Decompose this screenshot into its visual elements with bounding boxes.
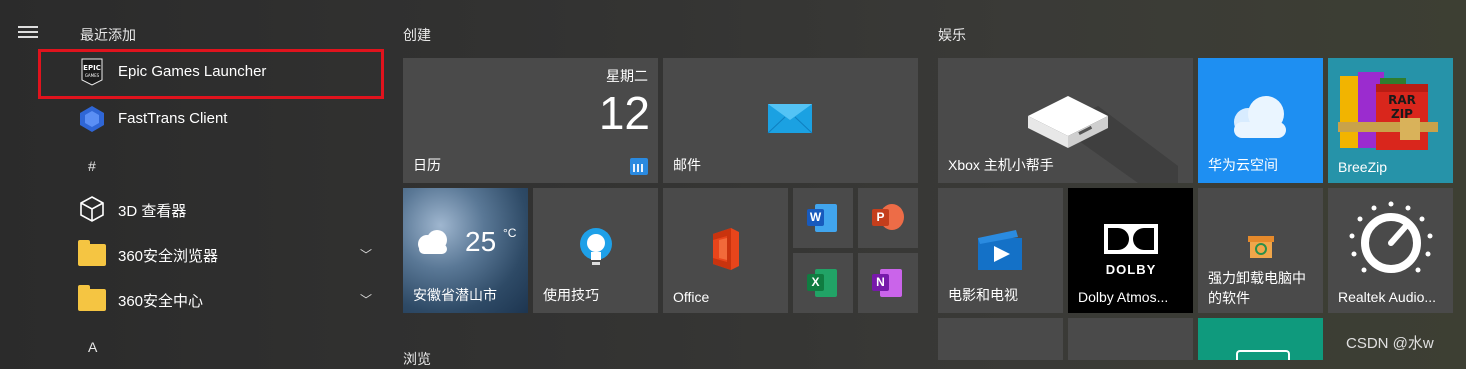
tile-partial-2[interactable] (1068, 318, 1193, 360)
app-icon (1236, 350, 1290, 360)
app-3d-viewer[interactable]: 3D 查看器 (40, 189, 382, 229)
tile-movies-tv[interactable]: 电影和电视 (938, 188, 1063, 313)
word-icon: W (807, 204, 837, 232)
tile-office[interactable]: Office (663, 188, 788, 313)
film-play-icon (976, 228, 1026, 277)
tile-label: 华为云空间 (1208, 157, 1278, 173)
app-360-browser[interactable]: 360安全浏览器 ﹀ (40, 234, 382, 274)
app-label: 3D 查看器 (118, 203, 187, 220)
calendar-icon (630, 158, 648, 175)
tile-powerpoint[interactable]: P (858, 188, 918, 248)
tile-excel[interactable]: X (793, 253, 853, 313)
tile-label: Office (673, 289, 710, 305)
tile-realtek-audio[interactable]: Realtek Audio... (1328, 188, 1453, 313)
dolby-wordmark: DOLBY (1105, 262, 1157, 277)
tile-partial-3[interactable] (1198, 318, 1323, 360)
tile-label: Xbox 主机小帮手 (948, 157, 1054, 173)
calendar-weekday: 星期二 (606, 68, 648, 84)
weather-temp: 25 (465, 226, 497, 257)
cloud-icon (1226, 94, 1294, 145)
tile-label: 安徽省潜山市 (413, 287, 497, 303)
tile-onenote[interactable]: N (858, 253, 918, 313)
tile-dolby-atmos[interactable]: DOLBY Dolby Atmos... (1068, 188, 1193, 313)
group-header-create[interactable]: 创建 (403, 25, 431, 45)
hamburger-menu-button[interactable] (18, 24, 40, 40)
tile-label-line2: 的软件 (1208, 290, 1250, 306)
app-label: 360安全浏览器 (118, 248, 219, 265)
tile-label: 日历 (413, 157, 441, 173)
tile-xbox-companion[interactable]: Xbox 主机小帮手 (938, 58, 1193, 183)
office-icon (707, 226, 745, 277)
tile-label: 电影和电视 (948, 287, 1018, 303)
cube-icon (78, 195, 106, 223)
app-label: FastTrans Client (118, 110, 228, 127)
tile-uninstaller[interactable]: 强力卸载电脑中 的软件 (1198, 188, 1323, 313)
fasttrans-icon (78, 105, 106, 133)
tile-calendar[interactable]: 星期二 12 日历 (403, 58, 658, 183)
tile-label: 使用技巧 (543, 287, 599, 303)
lightbulb-icon (576, 226, 616, 275)
tile-mail[interactable]: 邮件 (663, 58, 918, 183)
tile-label-line1: 强力卸载电脑中 (1208, 270, 1306, 286)
chevron-down-icon[interactable]: ﹀ (360, 246, 372, 263)
watermark: CSDN @水w (1346, 335, 1434, 352)
recent-header: 最近添加 (80, 27, 136, 43)
archive-books-icon: RAR ZIP (1336, 64, 1446, 164)
audio-knob-icon (1346, 198, 1436, 289)
cloud-icon (413, 228, 453, 261)
app-label: 360安全中心 (118, 293, 204, 310)
tile-huawei-cloud[interactable]: 华为云空间 (1198, 58, 1323, 183)
tile-partial-1[interactable] (938, 318, 1063, 360)
mail-icon (767, 98, 813, 139)
calendar-day: 12 (598, 87, 650, 139)
tile-word[interactable]: W (793, 188, 853, 248)
hash-header[interactable]: # (88, 158, 96, 174)
dolby-logo-icon (1104, 224, 1158, 259)
tile-tips[interactable]: 使用技巧 (533, 188, 658, 313)
recycle-box-icon (1248, 232, 1274, 265)
excel-icon: X (807, 269, 837, 297)
svg-text:RAR: RAR (1388, 93, 1416, 107)
a-header[interactable]: A (88, 339, 97, 355)
tile-breezip[interactable]: RAR ZIP BreeZip (1328, 58, 1453, 183)
app-360-security[interactable]: 360安全中心 ﹀ (40, 279, 382, 319)
group-header-entertainment[interactable]: 娱乐 (938, 25, 966, 45)
folder-icon (78, 240, 106, 268)
app-fasttrans-client[interactable]: FastTrans Client (40, 99, 382, 139)
selection-highlight (38, 49, 384, 99)
chevron-down-icon[interactable]: ﹀ (360, 291, 372, 308)
weather-unit: °C (503, 226, 517, 240)
tile-weather[interactable]: 25 °C 安徽省潜山市 (403, 188, 528, 313)
powerpoint-icon: P (872, 204, 904, 232)
tile-label: BreeZip (1338, 159, 1388, 175)
group-header-browse[interactable]: 浏览 (403, 349, 431, 369)
folder-icon (78, 285, 106, 313)
tile-label: Realtek Audio... (1338, 289, 1437, 305)
tile-label: 邮件 (673, 157, 701, 173)
tile-label: Dolby Atmos... (1078, 289, 1169, 305)
onenote-icon: N (872, 269, 902, 297)
